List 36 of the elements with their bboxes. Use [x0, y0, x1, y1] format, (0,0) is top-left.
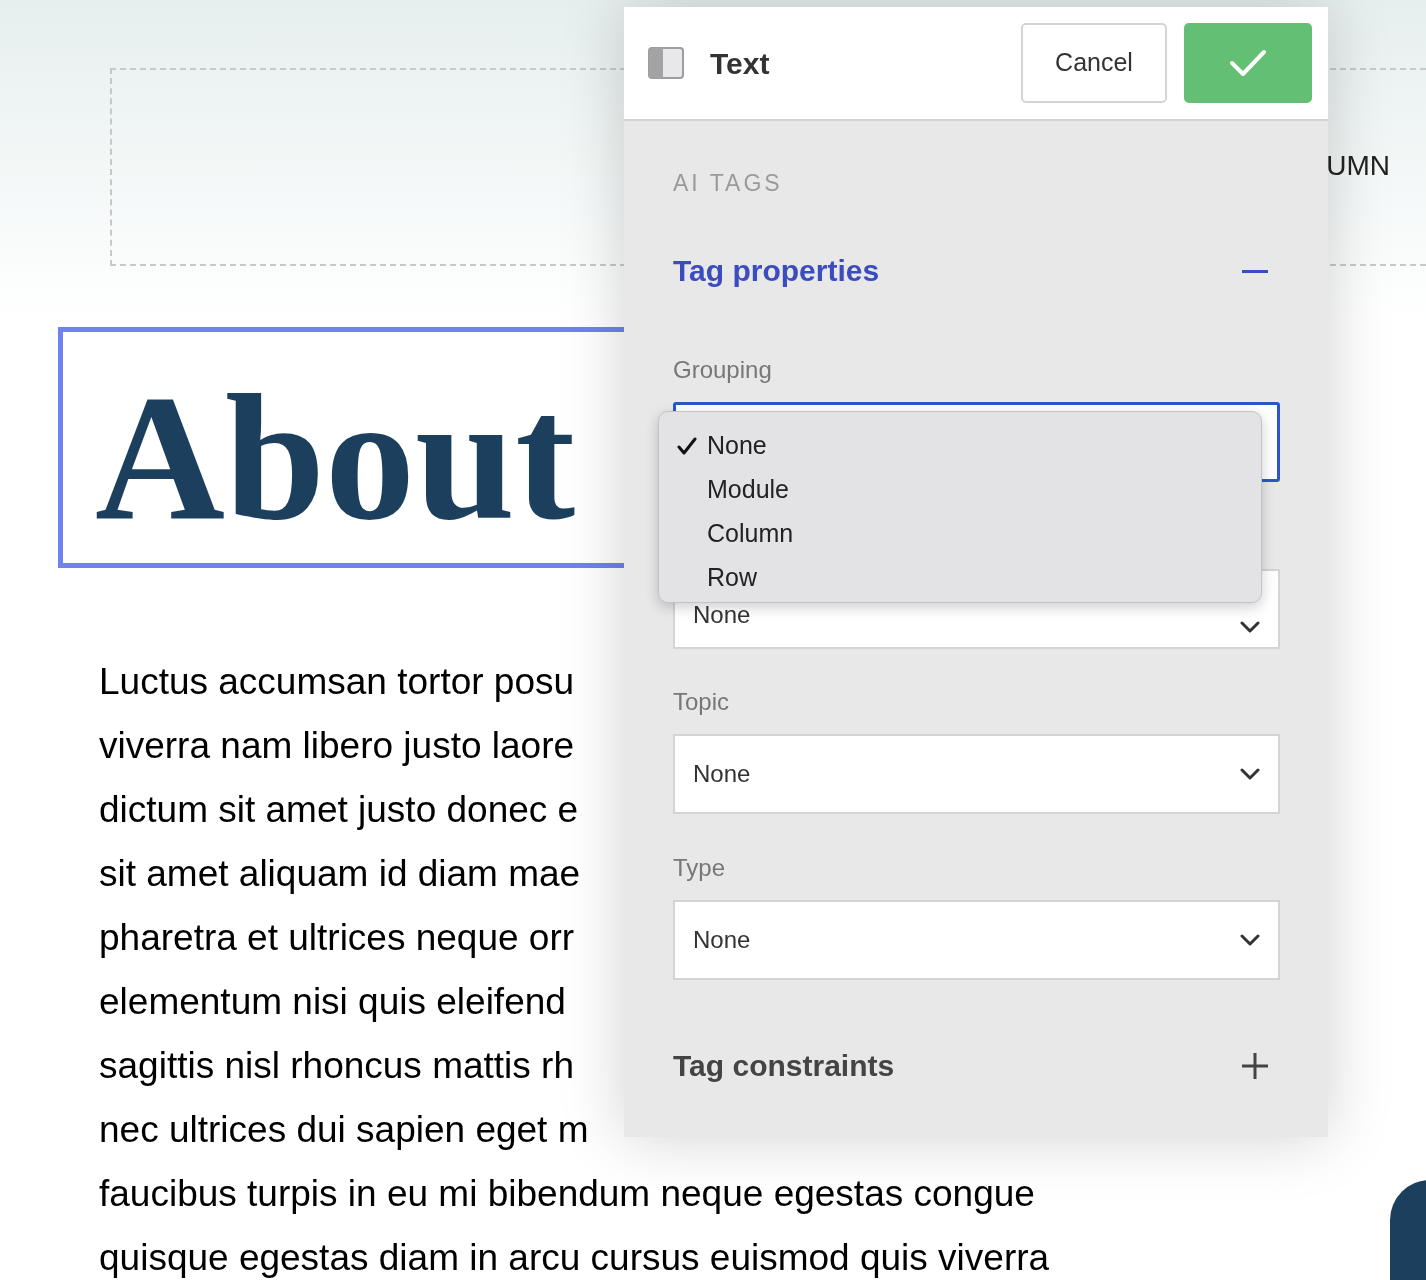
paragraph-line: viverra nam libero justo laore	[99, 724, 575, 768]
menu-option[interactable]: Column	[659, 512, 1261, 556]
select-value: None	[693, 925, 751, 955]
plus-icon	[1242, 1053, 1268, 1079]
check-icon	[1229, 49, 1267, 77]
field-label: Topic	[673, 690, 731, 714]
chevron-down-icon	[1240, 621, 1260, 633]
paragraph-line: sit amet aliquam id diam mae	[99, 852, 581, 896]
select-value: None	[693, 759, 751, 789]
paragraph-line: Luctus accumsan tortor posu	[99, 660, 575, 704]
minus-icon	[1242, 269, 1268, 273]
menu-option[interactable]: None	[659, 424, 1261, 468]
paragraph-line: elementum nisi quis eleifend	[99, 980, 566, 1024]
chevron-down-icon	[1240, 768, 1260, 780]
cancel-button[interactable]: Cancel	[1021, 23, 1167, 103]
select-field[interactable]: None	[673, 734, 1280, 814]
menu-option[interactable]: Module	[659, 468, 1261, 512]
field-label: Type	[673, 856, 727, 880]
paragraph-line: dictum sit amet justo donec e	[99, 788, 579, 832]
panel-title: Text	[710, 45, 770, 82]
paragraph-line: sagittis nisl rhoncus mattis rh	[99, 1044, 574, 1088]
select-value: None	[693, 600, 751, 630]
column-label: UMN	[1326, 152, 1390, 180]
paragraph-line: faucibus turpis in eu mi bibendum neque egestas congue	[99, 1172, 1035, 1216]
panel-toggle-icon[interactable]	[648, 47, 684, 79]
group-header[interactable]: Tag constraints	[673, 1051, 1280, 1081]
field-label: Grouping	[673, 358, 773, 382]
section-label: AI TAGS	[673, 172, 784, 195]
heading: About	[95, 356, 576, 548]
paragraph-line: quisque egestas diam in arcu cursus euismod quis viverra	[99, 1236, 1050, 1280]
group-header[interactable]: Tag properties	[673, 256, 1280, 286]
chevron-down-icon	[1240, 934, 1260, 946]
paragraph-line: nec ultrices dui sapien eget m	[99, 1108, 589, 1152]
paragraph-line: pharetra et ultrices neque orr	[99, 916, 575, 960]
select-field[interactable]: None	[673, 900, 1280, 980]
confirm-button[interactable]	[1184, 23, 1312, 103]
